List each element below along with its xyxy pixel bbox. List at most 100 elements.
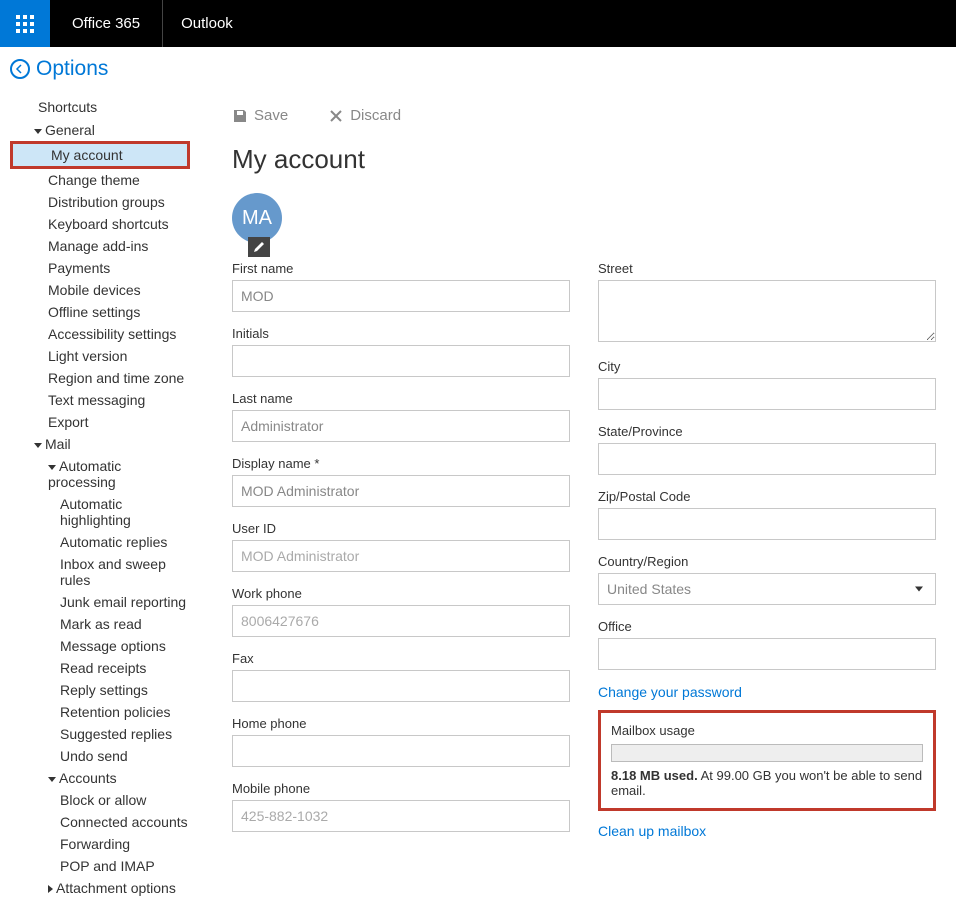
country-label: Country/Region (598, 554, 936, 569)
user-id-input (232, 540, 570, 572)
zip-input[interactable] (598, 508, 936, 540)
city-input[interactable] (598, 378, 936, 410)
office-input[interactable] (598, 638, 936, 670)
options-title: Options (36, 57, 108, 81)
street-input[interactable] (598, 280, 936, 342)
sidebar-item-read-receipts[interactable]: Read receipts (10, 657, 190, 679)
street-label: Street (598, 261, 936, 276)
city-label: City (598, 359, 936, 374)
sidebar-attachment-options[interactable]: Attachment options (10, 877, 190, 899)
sidebar-item-keyboard-shortcuts[interactable]: Keyboard shortcuts (10, 213, 190, 235)
options-header: Options (0, 47, 956, 99)
caret-down-icon (34, 443, 42, 448)
mobile-phone-input (232, 800, 570, 832)
sidebar-item-connected-accounts[interactable]: Connected accounts (10, 811, 190, 833)
sidebar-item-undo-send[interactable]: Undo send (10, 745, 190, 767)
sidebar-item-export[interactable]: Export (10, 411, 190, 433)
sidebar-general-label: General (45, 122, 95, 138)
app-launcher-button[interactable] (0, 0, 50, 47)
avatar[interactable]: MA (232, 193, 282, 243)
sidebar-item-manage-addins[interactable]: Manage add-ins (10, 235, 190, 257)
mailbox-usage-bar (611, 744, 923, 762)
sidebar-item-inbox-sweep[interactable]: Inbox and sweep rules (10, 553, 190, 591)
back-button[interactable] (10, 59, 30, 79)
topbar: Office 365 Outlook (0, 0, 956, 47)
state-input[interactable] (598, 443, 936, 475)
pencil-icon (253, 241, 265, 253)
sidebar-item-accessibility[interactable]: Accessibility settings (10, 323, 190, 345)
home-phone-label: Home phone (232, 716, 570, 731)
sidebar-item-junk-reporting[interactable]: Junk email reporting (10, 591, 190, 613)
sidebar-item-payments[interactable]: Payments (10, 257, 190, 279)
sidebar-mail-label: Mail (45, 436, 71, 452)
sidebar-item-message-options[interactable]: Message options (10, 635, 190, 657)
app-name-label[interactable]: Outlook (163, 15, 251, 32)
sidebar-item-change-theme[interactable]: Change theme (10, 169, 190, 191)
last-name-input[interactable] (232, 410, 570, 442)
sidebar-item-pop-imap[interactable]: POP and IMAP (10, 855, 190, 877)
sidebar-item-forwarding[interactable]: Forwarding (10, 833, 190, 855)
sidebar-item-text-messaging[interactable]: Text messaging (10, 389, 190, 411)
brand-label[interactable]: Office 365 (50, 0, 163, 47)
save-button[interactable]: Save (232, 107, 288, 124)
save-label: Save (254, 107, 288, 124)
discard-icon (328, 108, 344, 124)
sidebar-auto-processing-label: Automatic processing (48, 458, 121, 490)
zip-label: Zip/Postal Code (598, 489, 936, 504)
sidebar-item-region-timezone[interactable]: Region and time zone (10, 367, 190, 389)
office-label: Office (598, 619, 936, 634)
country-select[interactable]: United States (598, 573, 936, 605)
save-icon (232, 108, 248, 124)
change-password-link[interactable]: Change your password (598, 684, 936, 700)
sidebar-item-offline-settings[interactable]: Offline settings (10, 301, 190, 323)
sidebar-item-distribution-groups[interactable]: Distribution groups (10, 191, 190, 213)
first-name-input[interactable] (232, 280, 570, 312)
sidebar-automatic-processing[interactable]: Automatic processing (10, 455, 190, 493)
sidebar-shortcuts[interactable]: Shortcuts (10, 99, 190, 119)
last-name-label: Last name (232, 391, 570, 406)
sidebar-item-mobile-devices[interactable]: Mobile devices (10, 279, 190, 301)
caret-down-icon (48, 777, 56, 782)
sidebar-item-auto-highlight[interactable]: Automatic highlighting (10, 493, 190, 531)
toolbar: Save Discard (232, 99, 936, 144)
display-name-input[interactable] (232, 475, 570, 507)
sidebar-item-my-account[interactable]: My account (13, 144, 187, 166)
mailbox-usage-text: 8.18 MB used. At 99.00 GB you won't be a… (611, 768, 923, 798)
sidebar-item-suggested-replies[interactable]: Suggested replies (10, 723, 190, 745)
sidebar: Shortcuts General My account Change them… (0, 99, 190, 899)
cleanup-mailbox-link[interactable]: Clean up mailbox (598, 823, 936, 839)
page-title: My account (232, 144, 936, 175)
sidebar-item-reply-settings[interactable]: Reply settings (10, 679, 190, 701)
usage-used-bold: 8.18 MB used. (611, 768, 698, 783)
right-column: Street City State/Province Zip/Postal Co… (598, 261, 936, 849)
avatar-block: MA (232, 193, 936, 243)
sidebar-mail[interactable]: Mail (10, 433, 190, 455)
caret-right-icon (48, 885, 53, 893)
mailbox-usage-label: Mailbox usage (611, 723, 923, 738)
display-name-label: Display name * (232, 456, 570, 471)
sidebar-general[interactable]: General (10, 119, 190, 141)
arrow-left-icon (15, 64, 25, 74)
state-label: State/Province (598, 424, 936, 439)
waffle-icon (16, 15, 34, 33)
initials-input[interactable] (232, 345, 570, 377)
sidebar-accounts[interactable]: Accounts (10, 767, 190, 789)
mobile-phone-label: Mobile phone (232, 781, 570, 796)
left-column: First name Initials Last name Display na… (232, 261, 570, 849)
caret-down-icon (48, 465, 56, 470)
avatar-edit-button[interactable] (248, 237, 270, 257)
sidebar-item-retention-policies[interactable]: Retention policies (10, 701, 190, 723)
sidebar-item-mark-as-read[interactable]: Mark as read (10, 613, 190, 635)
work-phone-input (232, 605, 570, 637)
fax-input[interactable] (232, 670, 570, 702)
highlight-my-account: My account (10, 141, 190, 169)
first-name-label: First name (232, 261, 570, 276)
sidebar-item-light-version[interactable]: Light version (10, 345, 190, 367)
user-id-label: User ID (232, 521, 570, 536)
main-content: Save Discard My account MA First name In… (190, 99, 956, 899)
sidebar-item-auto-replies[interactable]: Automatic replies (10, 531, 190, 553)
mailbox-usage-box: Mailbox usage 8.18 MB used. At 99.00 GB … (598, 710, 936, 811)
home-phone-input[interactable] (232, 735, 570, 767)
sidebar-item-block-allow[interactable]: Block or allow (10, 789, 190, 811)
discard-button[interactable]: Discard (328, 107, 401, 124)
